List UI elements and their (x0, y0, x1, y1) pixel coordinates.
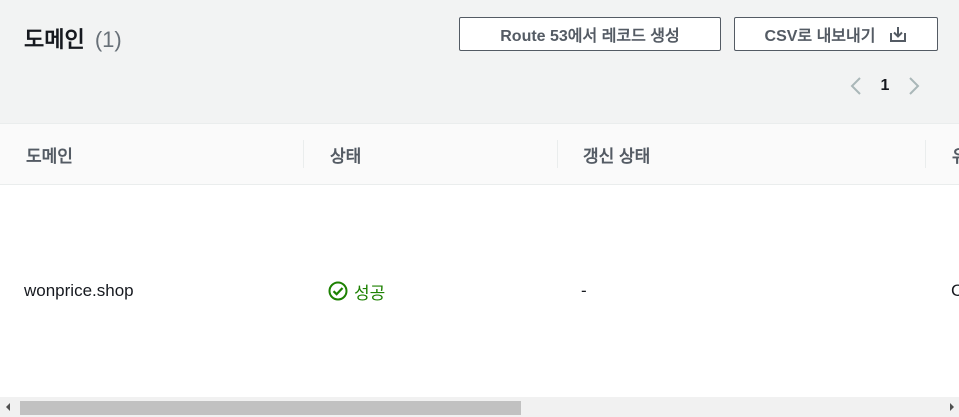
table-column-header: 도메인 상태 갱신 상태 유 (0, 124, 959, 185)
chevron-left-icon[interactable] (840, 72, 872, 100)
create-route53-record-label: Route 53에서 레코드 생성 (500, 28, 680, 45)
scroll-left-arrow-icon[interactable] (0, 397, 15, 417)
domain-cell: wonprice.shop (24, 281, 134, 300)
table-row: wonprice.shop 성공 - C (0, 185, 959, 397)
scrollbar-thumb[interactable] (20, 401, 521, 415)
status-text: 성공 (354, 283, 386, 303)
status-cell: 성공 (328, 185, 385, 397)
column-header-renewal-status[interactable]: 갱신 상태 (583, 124, 650, 184)
column-divider[interactable] (557, 140, 558, 168)
column-divider[interactable] (925, 140, 926, 168)
item-count: (1) (94, 27, 122, 52)
page-number[interactable]: 1 (872, 77, 898, 95)
title-text: 도메인 (24, 27, 85, 52)
truncated-cell: C (951, 281, 959, 300)
column-header-truncated[interactable]: 유 (952, 124, 959, 184)
status-success: 성공 (328, 279, 385, 304)
create-route53-record-button[interactable]: Route 53에서 레코드 생성 (459, 17, 721, 51)
horizontal-scrollbar[interactable] (0, 397, 959, 417)
page-title: 도메인 (1) (24, 22, 122, 54)
column-divider[interactable] (303, 140, 304, 168)
renewal-status-cell: - (581, 281, 587, 300)
column-header-domain[interactable]: 도메인 (26, 124, 73, 184)
export-csv-button[interactable]: CSV로 내보내기 (734, 17, 938, 51)
check-circle-icon (328, 281, 354, 301)
column-header-status[interactable]: 상태 (330, 124, 361, 184)
chevron-right-icon[interactable] (898, 72, 930, 100)
export-csv-label: CSV로 내보내기 (764, 28, 876, 45)
download-icon (889, 25, 907, 43)
pagination: 1 (840, 72, 950, 100)
table-header-panel: 도메인 (1) Route 53에서 레코드 생성 CSV로 내보내기 1 (0, 0, 959, 124)
scroll-right-arrow-icon[interactable] (944, 397, 959, 417)
